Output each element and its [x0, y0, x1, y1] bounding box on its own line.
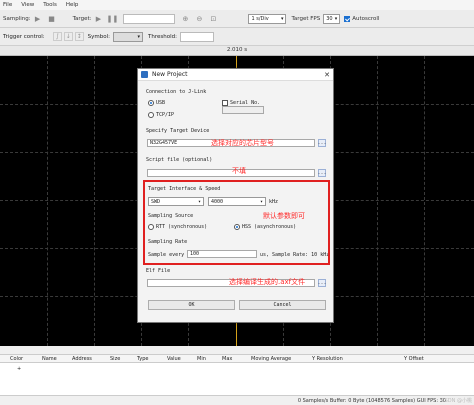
sampling-label: Sampling: — [3, 15, 31, 22]
time-div-select[interactable]: 1 s/Div ▾ — [248, 13, 287, 24]
trigger-control-label: Trigger control: — [3, 33, 45, 40]
col-value[interactable]: Value — [167, 356, 181, 362]
device-annotation: 选择对应的芯片型号 — [211, 139, 274, 147]
col-y-resolution[interactable]: Y Resolution — [312, 356, 343, 362]
grid-line — [377, 56, 378, 346]
trigger-bar: Trigger control: ∫ ↓ ↕ Symbol: ▾ Thresho… — [0, 28, 474, 46]
menu-view[interactable]: View — [21, 2, 34, 8]
tcpip-radio[interactable] — [148, 112, 154, 118]
pause-icon[interactable]: ❚❚ — [107, 15, 119, 23]
elf-browse-button[interactable]: ... — [317, 279, 327, 287]
col-moving-average[interactable]: Moving Average — [251, 356, 291, 362]
status-bar: 0 Samples/s Buffer: 0 Byte (1048576 Samp… — [0, 395, 474, 405]
menu-file[interactable]: File — [3, 2, 12, 8]
autoscroll-label: Autoscroll — [352, 15, 380, 22]
col-color[interactable]: Color — [10, 356, 23, 362]
tcpip-option[interactable]: TCP/IP — [148, 112, 174, 118]
play-icon[interactable]: ▶ — [34, 15, 42, 23]
menu-help[interactable]: Help — [66, 2, 79, 8]
device-group-title: Specify Target Device — [146, 128, 210, 134]
usb-option[interactable]: USB — [148, 100, 165, 106]
close-icon[interactable]: ✕ — [324, 71, 330, 79]
chevron-down-icon: ▾ — [280, 15, 284, 22]
chevron-down-icon: ▾ — [137, 33, 140, 40]
col-size[interactable]: Size — [110, 356, 120, 362]
status-text: 0 Samples/s Buffer: 0 Byte (1048576 Samp… — [297, 398, 446, 404]
usb-label: USB — [156, 100, 166, 106]
time-ruler-label: 2.010 s — [226, 47, 248, 53]
device-browse-button[interactable]: ... — [317, 139, 327, 147]
both-edge-icon[interactable]: ↕ — [74, 32, 84, 41]
chevron-down-icon: ▾ — [334, 15, 338, 22]
elf-group-title: Elf File — [146, 268, 171, 274]
rising-edge-icon[interactable]: ∫ — [52, 32, 62, 41]
table-header: Color Name Address Size Type Value Min M… — [0, 354, 474, 363]
col-max[interactable]: Max — [222, 356, 232, 362]
col-min[interactable]: Min — [197, 356, 206, 362]
script-annotation: 不填 — [232, 167, 246, 175]
col-name[interactable]: Name — [42, 356, 57, 362]
target-label: Target: — [72, 15, 92, 22]
zoom-fit-icon[interactable]: ⊡ — [209, 15, 217, 23]
connection-group-title: Connection to J-Link — [146, 89, 207, 95]
col-address[interactable]: Address — [72, 356, 92, 362]
threshold-label: Threshold: — [147, 33, 177, 40]
zoom-in-icon[interactable]: ⊕ — [181, 15, 189, 23]
symbol-label: Symbol: — [87, 33, 110, 40]
script-group-title: Script file (optional) — [146, 157, 213, 163]
cancel-button[interactable]: Cancel — [239, 300, 326, 310]
watermark: CSDN @小桃 — [441, 398, 472, 404]
defaults-highlight-box — [143, 180, 330, 265]
toolbar: Sampling: ▶ ■ Target: ▶ ❚❚ ⊕ ⊖ ⊡ 1 s/Div… — [0, 10, 474, 28]
serial-field[interactable] — [222, 106, 264, 114]
stop-icon[interactable]: ■ — [48, 15, 56, 23]
usb-radio[interactable] — [148, 100, 154, 106]
grid-line — [424, 56, 425, 346]
target-input[interactable] — [123, 13, 176, 24]
threshold-input[interactable] — [179, 31, 214, 42]
grid-line — [47, 56, 48, 346]
device-value: N32G457VE — [150, 140, 178, 146]
dialog-title: New Project — [152, 71, 188, 78]
script-browse-button[interactable]: ... — [317, 169, 327, 177]
target-fps-select[interactable]: 30 ▾ — [323, 13, 341, 24]
play-icon[interactable]: ▶ — [94, 15, 102, 23]
falling-edge-icon[interactable]: ↓ — [63, 32, 73, 41]
menu-tools[interactable]: Tools — [43, 2, 57, 8]
app-icon — [141, 71, 148, 78]
target-fps-label: Target FPS — [291, 15, 321, 22]
menu-bar: File View Tools Help — [0, 0, 474, 10]
dialog-titlebar: New Project ✕ — [138, 69, 333, 81]
tcpip-label: TCP/IP — [156, 112, 175, 118]
variable-table[interactable]: + — [0, 363, 474, 395]
script-field[interactable] — [147, 169, 315, 177]
add-row-icon[interactable]: + — [17, 366, 21, 372]
time-ruler[interactable]: 2.010 s — [0, 46, 474, 56]
zoom-out-icon[interactable]: ⊖ — [195, 15, 203, 23]
ok-button[interactable]: OK — [148, 300, 235, 310]
elf-annotation: 选择编译生成的.axf文件 — [229, 278, 306, 286]
autoscroll-checkbox[interactable] — [344, 15, 351, 22]
col-y-offset[interactable]: Y Offset — [404, 356, 424, 362]
grid-line — [94, 56, 95, 346]
col-type[interactable]: Type — [137, 356, 148, 362]
symbol-select[interactable]: ▾ — [112, 31, 143, 42]
